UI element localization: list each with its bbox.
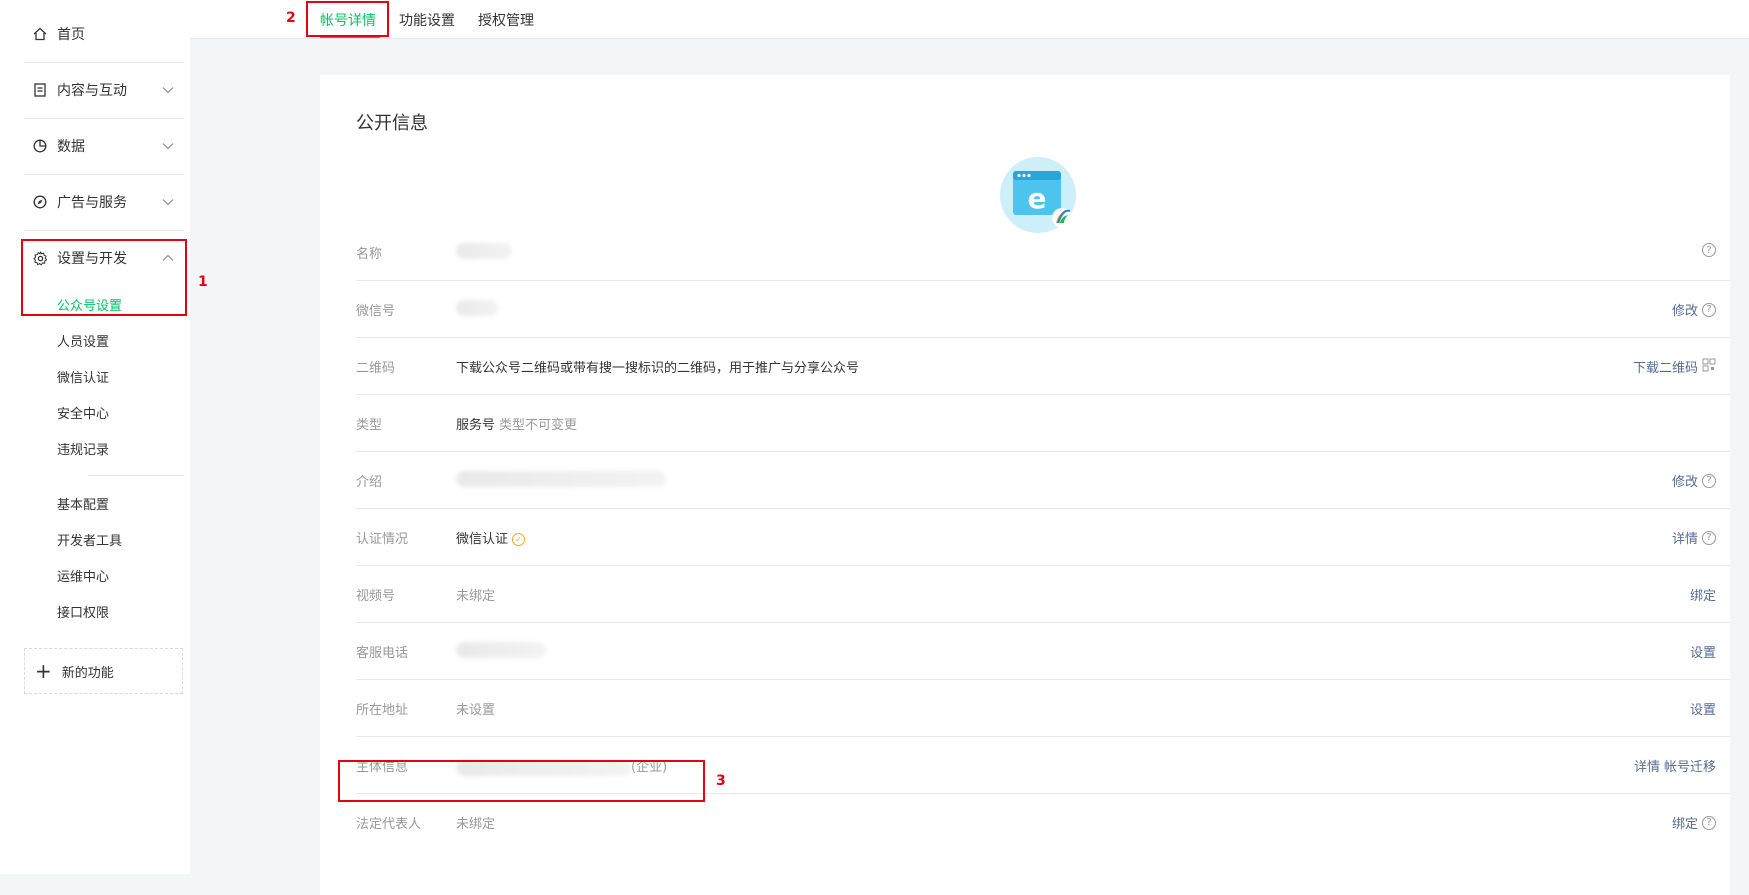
bind-link[interactable]: 绑定 [1672, 813, 1698, 832]
row-key: 二维码 [356, 361, 396, 376]
row-value-blurred [456, 300, 498, 316]
account-migrate-link[interactable]: 帐号迁移 [1664, 756, 1716, 775]
row-value: 未设置 [456, 703, 496, 718]
download-qrcode-link[interactable]: 下载二维码 [1633, 357, 1698, 376]
info-row-intro: 介绍 修改? [356, 451, 1730, 509]
bind-link[interactable]: 绑定 [1690, 585, 1716, 604]
sidebar-item-label: 首页 [57, 27, 85, 43]
home-icon [32, 26, 48, 42]
row-value: 服务号 [456, 418, 496, 433]
svg-text:e: e [1028, 182, 1047, 215]
row-value-blurred [456, 642, 546, 658]
help-icon[interactable]: ? [1702, 473, 1716, 488]
info-row-type: 类型 服务号 类型不可变更 [356, 394, 1730, 452]
plus-icon: + [35, 659, 52, 683]
row-value: 未绑定 [456, 817, 496, 832]
account-avatar: e [1000, 157, 1076, 233]
info-row-channels: 视频号 未绑定 绑定 [356, 565, 1730, 623]
divider [24, 118, 184, 119]
sidebar-item-content[interactable]: 内容与互动 [24, 64, 184, 116]
sidebar-subitem-violations[interactable]: 违规记录 [57, 439, 109, 458]
info-row-qrcode: 二维码 下载公众号二维码或带有搜一搜标识的二维码，用于推广与分享公众号 下载二维… [356, 337, 1730, 395]
type-note: 类型不可变更 [499, 418, 578, 433]
verified-check-icon: ✓ [512, 533, 526, 546]
row-value: 未绑定 [456, 589, 496, 604]
help-icon[interactable]: ? [1702, 243, 1716, 257]
row-key: 类型 [356, 418, 383, 433]
sidebar-subitem-dev-tools[interactable]: 开发者工具 [57, 530, 122, 549]
info-row-verification: 认证情况 微信认证 ✓ 详情? [356, 508, 1730, 566]
document-icon [32, 82, 48, 98]
sidebar-item-label: 数据 [57, 139, 85, 155]
annotation-box-3 [338, 760, 705, 802]
divider [24, 62, 184, 63]
top-tab-bar: 帐号详情 功能设置 授权管理 [190, 0, 1749, 39]
divider [24, 230, 184, 231]
sidebar-subitem-staff-settings[interactable]: 人员设置 [57, 331, 109, 350]
sidebar: 首页 内容与互动 数据 广告与服务 设置与开发 公众号设置 人员设置 微信认证 … [0, 0, 190, 874]
sidebar-item-label: 内容与互动 [57, 83, 127, 99]
sidebar-item-ads[interactable]: 广告与服务 [24, 176, 184, 228]
annotation-number-2: 2 [286, 10, 296, 26]
sidebar-item-label: 广告与服务 [57, 195, 127, 211]
help-icon[interactable]: ? [1702, 530, 1716, 545]
info-row-service-phone: 客服电话 设置 [356, 622, 1730, 680]
row-key: 客服电话 [356, 646, 409, 661]
details-link[interactable]: 详情 [1634, 756, 1660, 775]
row-value-blurred [456, 471, 666, 487]
row-key: 视频号 [356, 589, 396, 604]
row-key: 所在地址 [356, 703, 409, 718]
qrcode-icon[interactable] [1702, 358, 1716, 376]
sidebar-subitem-wechat-verify[interactable]: 微信认证 [57, 367, 109, 386]
set-link[interactable]: 设置 [1690, 642, 1716, 661]
row-key: 认证情况 [356, 532, 409, 547]
sidebar-item-data[interactable]: 数据 [24, 120, 184, 172]
info-row-name: 名称 ? [356, 223, 1730, 281]
divider [88, 475, 184, 476]
sidebar-item-home[interactable]: 首页 [24, 8, 184, 60]
sidebar-subitem-security-center[interactable]: 安全中心 [57, 403, 109, 422]
chevron-down-icon [162, 194, 174, 210]
chevron-down-icon [162, 82, 174, 98]
annotation-box-1 [21, 239, 187, 316]
info-row-address: 所在地址 未设置 设置 [356, 679, 1730, 737]
new-function-label: 新的功能 [61, 665, 114, 681]
tab-function-settings[interactable]: 功能设置 [399, 10, 455, 30]
pie-chart-icon [32, 138, 48, 154]
sidebar-subitem-basic-config[interactable]: 基本配置 [57, 494, 109, 513]
row-key: 名称 [356, 247, 383, 262]
sidebar-subitem-ops-center[interactable]: 运维中心 [57, 566, 109, 585]
row-key: 法定代表人 [356, 817, 422, 832]
info-row-wechat-id: 微信号 修改? [356, 280, 1730, 338]
row-value: 微信认证 [456, 532, 509, 547]
tab-authorization[interactable]: 授权管理 [478, 10, 534, 30]
divider [24, 174, 184, 175]
annotation-number-3: 3 [716, 773, 726, 789]
chevron-down-icon [162, 138, 174, 154]
modify-link[interactable]: 修改 [1672, 471, 1698, 490]
annotation-box-2 [306, 1, 389, 37]
panel-title: 公开信息 [356, 113, 428, 134]
sidebar-subitem-api-permissions[interactable]: 接口权限 [57, 602, 109, 621]
compass-icon [32, 194, 48, 210]
new-function-button[interactable]: + 新的功能 [24, 648, 183, 694]
row-key: 微信号 [356, 304, 396, 319]
row-value: 下载公众号二维码或带有搜一搜标识的二维码，用于推广与分享公众号 [456, 361, 860, 376]
row-key: 介绍 [356, 475, 383, 490]
details-link[interactable]: 详情 [1672, 528, 1698, 547]
row-value-blurred [456, 243, 512, 259]
annotation-number-1: 1 [198, 274, 208, 290]
set-link[interactable]: 设置 [1690, 699, 1716, 718]
modify-link[interactable]: 修改 [1672, 300, 1698, 319]
help-icon[interactable]: ? [1702, 302, 1716, 317]
help-icon[interactable]: ? [1702, 815, 1716, 830]
